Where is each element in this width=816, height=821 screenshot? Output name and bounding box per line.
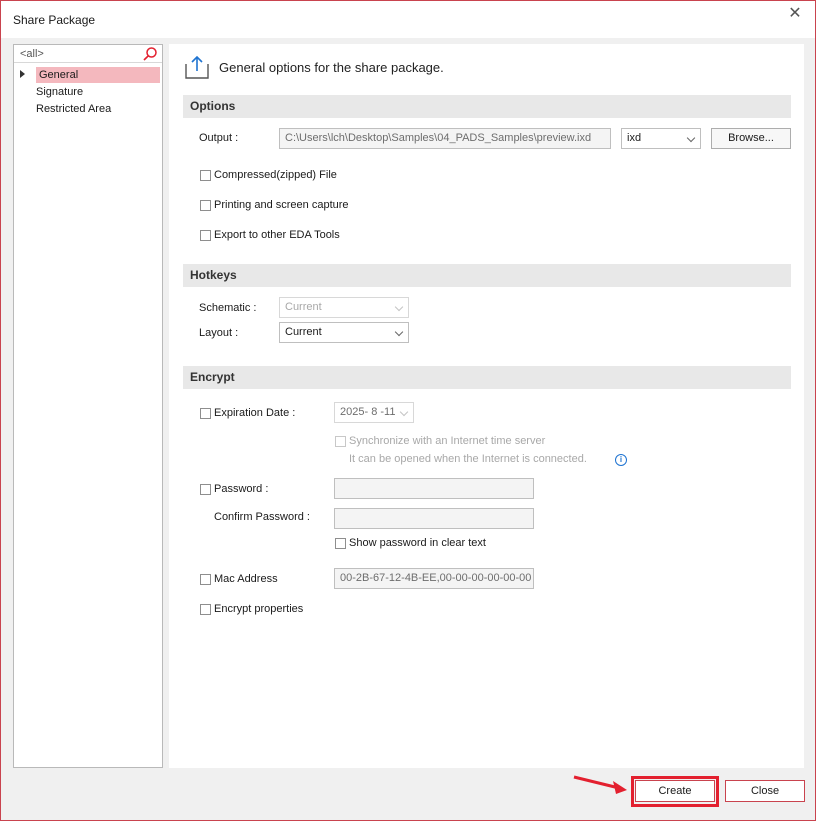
encrypt-properties-label: Encrypt properties — [214, 603, 304, 615]
create-button[interactable]: Create — [635, 780, 715, 802]
expand-arrow-icon[interactable] — [20, 70, 25, 78]
tree-filter-text: <all> — [20, 48, 44, 60]
mac-address-label: Mac Address — [214, 573, 278, 585]
window-title: Share Package — [13, 13, 96, 27]
tree-item-label: Restricted Area — [36, 103, 112, 115]
content-panel: General options for the share package. O… — [169, 44, 804, 768]
browse-button[interactable]: Browse... — [711, 128, 791, 149]
encrypt-section-header: Encrypt — [183, 366, 791, 389]
expiration-label: Expiration Date : — [214, 407, 296, 419]
sync-note: It can be opened when the Internet is co… — [349, 453, 587, 465]
sync-time-label: Synchronize with an Internet time server — [349, 435, 546, 447]
layout-label: Layout : — [199, 327, 239, 339]
options-section-header: Options — [183, 95, 791, 118]
show-password-checkbox[interactable] — [335, 538, 346, 549]
format-select-value: ixd — [627, 132, 642, 144]
layout-select-value: Current — [285, 326, 322, 338]
layout-select[interactable]: Current — [279, 322, 409, 343]
output-label: Output : — [199, 132, 239, 144]
password-checkbox[interactable] — [200, 484, 211, 495]
tree-item-label: Signature — [36, 86, 84, 98]
annotation-arrow-icon — [573, 775, 627, 794]
tree-filter[interactable]: <all> — [14, 45, 162, 63]
sync-time-checkbox — [335, 436, 346, 447]
expiration-date-picker: 2025- 8 -11 — [334, 402, 414, 423]
schematic-select: Current — [279, 297, 409, 318]
category-tree: <all> General Signature Restricted Area — [13, 44, 163, 768]
title-bar: Share Package ✕ — [1, 1, 815, 38]
page-title: General options for the share package. — [219, 60, 444, 75]
close-button[interactable]: Close — [725, 780, 805, 802]
confirm-password-label: Confirm Password : — [214, 511, 310, 523]
mac-address-field: 00-2B-67-12-4B-EE,00-00-00-00-00-00 — [334, 568, 534, 589]
encrypt-properties-checkbox[interactable] — [200, 604, 211, 615]
tree-item-signature[interactable]: Signature — [36, 84, 160, 100]
chevron-down-icon — [399, 407, 409, 417]
chevron-down-icon — [394, 327, 404, 337]
expiration-checkbox[interactable] — [200, 408, 211, 419]
password-field — [334, 478, 534, 499]
confirm-password-field — [334, 508, 534, 529]
search-icon[interactable] — [142, 46, 158, 62]
share-icon — [185, 55, 209, 79]
chevron-down-icon — [394, 302, 404, 312]
share-package-dialog: Share Package ✕ <all> General Signature … — [0, 0, 816, 821]
mac-address-checkbox[interactable] — [200, 574, 211, 585]
close-window-icon[interactable]: ✕ — [785, 4, 805, 24]
export-eda-checkbox[interactable] — [200, 230, 211, 241]
output-path-field[interactable]: C:\Users\lch\Desktop\Samples\04_PADS_Sam… — [279, 128, 611, 149]
format-select[interactable]: ixd — [621, 128, 701, 149]
printing-label: Printing and screen capture — [214, 199, 349, 211]
tree-item-general[interactable]: General — [36, 67, 160, 83]
schematic-label: Schematic : — [199, 302, 257, 314]
chevron-down-icon — [686, 133, 696, 143]
schematic-select-value: Current — [285, 301, 322, 313]
show-password-label: Show password in clear text — [349, 537, 486, 549]
tree-item-label: General — [39, 69, 79, 81]
compressed-checkbox[interactable] — [200, 170, 211, 181]
compressed-label: Compressed(zipped) File — [214, 169, 337, 181]
tree-item-restricted-area[interactable]: Restricted Area — [36, 101, 160, 117]
hotkeys-section-header: Hotkeys — [183, 264, 791, 287]
export-eda-label: Export to other EDA Tools — [214, 229, 340, 241]
info-icon[interactable]: i — [615, 454, 627, 466]
password-label: Password : — [214, 483, 269, 495]
expiration-date-value: 2025- 8 -11 — [340, 406, 396, 418]
printing-checkbox[interactable] — [200, 200, 211, 211]
